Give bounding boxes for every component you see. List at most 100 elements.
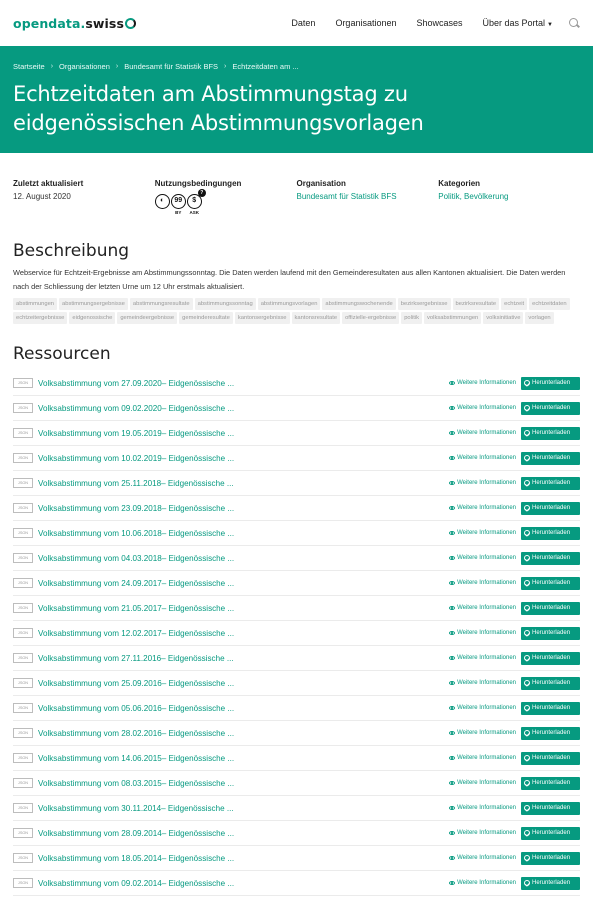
download-icon	[524, 580, 530, 586]
resource-title-link[interactable]: Volksabstimmung vom 27.09.2020– Eidgenös…	[38, 379, 449, 388]
resource-title-link[interactable]: Volksabstimmung vom 25.11.2018– Eidgenös…	[38, 479, 449, 488]
resource-title-link[interactable]: Volksabstimmung vom 27.11.2016– Eidgenös…	[38, 654, 449, 663]
more-info-link[interactable]: Weitere Informationen	[449, 580, 516, 586]
breadcrumb-organisationen[interactable]: Organisationen	[59, 62, 110, 71]
download-button[interactable]: Herunterladen	[521, 576, 580, 590]
more-info-link[interactable]: Weitere Informationen	[449, 455, 516, 461]
tag-item[interactable]: bezirksresultate	[452, 298, 500, 310]
download-button[interactable]: Herunterladen	[521, 551, 580, 565]
tag-item[interactable]: abstimmungsresultate	[129, 298, 193, 310]
download-button[interactable]: Herunterladen	[521, 401, 580, 415]
more-info-link[interactable]: Weitere Informationen	[449, 655, 516, 661]
resource-title-link[interactable]: Volksabstimmung vom 19.05.2019– Eidgenös…	[38, 429, 449, 438]
resource-title-link[interactable]: Volksabstimmung vom 25.09.2016– Eidgenös…	[38, 679, 449, 688]
tag-item[interactable]: gemeinderesultate	[179, 312, 233, 324]
resource-title-link[interactable]: Volksabstimmung vom 24.09.2017– Eidgenös…	[38, 579, 449, 588]
cat-links[interactable]: Politik, Bevölkerung	[438, 192, 580, 201]
tag-item[interactable]: echtzeit	[501, 298, 528, 310]
resource-title-link[interactable]: Volksabstimmung vom 30.11.2014– Eidgenös…	[38, 804, 449, 813]
download-button[interactable]: Herunterladen	[521, 626, 580, 640]
breadcrumb-bfs[interactable]: Bundesamt für Statistik BFS	[124, 62, 218, 71]
resource-title-link[interactable]: Volksabstimmung vom 05.06.2016– Eidgenös…	[38, 704, 449, 713]
tag-item[interactable]: kantonsresultate	[291, 312, 341, 324]
tag-item[interactable]: echtzeitdaten	[529, 298, 570, 310]
tag-item[interactable]: abstimmungen	[13, 298, 58, 310]
resource-title-link[interactable]: Volksabstimmung vom 18.05.2014– Eidgenös…	[38, 854, 449, 863]
tag-item[interactable]: volksinitiative	[483, 312, 524, 324]
resource-title-link[interactable]: Volksabstimmung vom 09.02.2020– Eidgenös…	[38, 404, 449, 413]
resource-title-link[interactable]: Volksabstimmung vom 10.02.2019– Eidgenös…	[38, 454, 449, 463]
resource-title-link[interactable]: Volksabstimmung vom 04.03.2018– Eidgenös…	[38, 554, 449, 563]
nav-daten[interactable]: Daten	[291, 18, 315, 28]
search-icon[interactable]	[569, 17, 580, 29]
more-info-link[interactable]: Weitere Informationen	[449, 755, 516, 761]
download-button[interactable]: Herunterladen	[521, 701, 580, 715]
tag-item[interactable]: politik	[401, 312, 423, 324]
more-info-link[interactable]: Weitere Informationen	[449, 805, 516, 811]
resource-title-link[interactable]: Volksabstimmung vom 10.06.2018– Eidgenös…	[38, 529, 449, 538]
download-button[interactable]: Herunterladen	[521, 876, 580, 890]
more-info-link[interactable]: Weitere Informationen	[449, 405, 516, 411]
more-info-link[interactable]: Weitere Informationen	[449, 880, 516, 886]
download-button[interactable]: Herunterladen	[521, 526, 580, 540]
download-button[interactable]: Herunterladen	[521, 751, 580, 765]
download-button[interactable]: Herunterladen	[521, 501, 580, 515]
download-button[interactable]: Herunterladen	[521, 476, 580, 490]
resource-title-link[interactable]: Volksabstimmung vom 12.02.2017– Eidgenös…	[38, 629, 449, 638]
site-logo[interactable]: opendata. swiss	[13, 16, 137, 31]
more-info-link[interactable]: Weitere Informationen	[449, 780, 516, 786]
resource-title-link[interactable]: Volksabstimmung vom 23.09.2018– Eidgenös…	[38, 504, 449, 513]
more-info-link[interactable]: Weitere Informationen	[449, 505, 516, 511]
tag-item[interactable]: gemeindeergebnisse	[117, 312, 178, 324]
more-info-link[interactable]: Weitere Informationen	[449, 555, 516, 561]
nav-showcases[interactable]: Showcases	[416, 18, 462, 28]
resource-row: JSON Volksabstimmung vom 21.05.2017– Eidg…	[13, 596, 580, 621]
eye-icon	[449, 856, 456, 860]
download-icon	[524, 830, 530, 836]
download-button[interactable]: Herunterladen	[521, 426, 580, 440]
more-info-link[interactable]: Weitere Informationen	[449, 730, 516, 736]
more-info-link[interactable]: Weitere Informationen	[449, 705, 516, 711]
tag-item[interactable]: kantonsergebnisse	[234, 312, 290, 324]
tag-item[interactable]: abstimmungswochenende	[322, 298, 396, 310]
tag-item[interactable]: echtzeitergebnisse	[13, 312, 68, 324]
more-info-link[interactable]: Weitere Informationen	[449, 630, 516, 636]
more-info-link[interactable]: Weitere Informationen	[449, 480, 516, 486]
org-link[interactable]: Bundesamt für Statistik BFS	[297, 192, 439, 201]
resource-title-link[interactable]: Volksabstimmung vom 08.03.2015– Eidgenös…	[38, 779, 449, 788]
tag-item[interactable]: bezirksergebnisse	[397, 298, 451, 310]
download-button[interactable]: Herunterladen	[521, 726, 580, 740]
nav-ueber-das-portal[interactable]: Über das Portal ▼	[483, 18, 553, 28]
download-button[interactable]: Herunterladen	[521, 651, 580, 665]
download-button[interactable]: Herunterladen	[521, 776, 580, 790]
breadcrumb-startseite[interactable]: Startseite	[13, 62, 45, 71]
more-info-link[interactable]: Weitere Informationen	[449, 855, 516, 861]
download-button[interactable]: Herunterladen	[521, 826, 580, 840]
download-button[interactable]: Herunterladen	[521, 376, 580, 390]
resource-title-link[interactable]: Volksabstimmung vom 21.05.2017– Eidgenös…	[38, 604, 449, 613]
tag-item[interactable]: volksabstimmungen	[424, 312, 482, 324]
download-button[interactable]: Herunterladen	[521, 851, 580, 865]
tag-item[interactable]: eidgenossische	[69, 312, 116, 324]
tag-item[interactable]: abstimmungsvorlagen	[257, 298, 321, 310]
terms-icons[interactable]: ◐ 99 BY $? ASK	[154, 189, 297, 215]
tag-item[interactable]: abstimmungsergebnisse	[59, 298, 128, 310]
resource-title-link[interactable]: Volksabstimmung vom 09.02.2014– Eidgenös…	[38, 879, 449, 888]
resource-title-link[interactable]: Volksabstimmung vom 14.06.2015– Eidgenös…	[38, 754, 449, 763]
resource-title-link[interactable]: Volksabstimmung vom 28.02.2016– Eidgenös…	[38, 729, 449, 738]
more-info-link[interactable]: Weitere Informationen	[449, 605, 516, 611]
more-info-link[interactable]: Weitere Informationen	[449, 680, 516, 686]
download-button[interactable]: Herunterladen	[521, 676, 580, 690]
tag-item[interactable]: abstimmungssonntag	[194, 298, 256, 310]
nav-organisationen[interactable]: Organisationen	[335, 18, 396, 28]
more-info-link[interactable]: Weitere Informationen	[449, 530, 516, 536]
download-button[interactable]: Herunterladen	[521, 601, 580, 615]
more-info-link[interactable]: Weitere Informationen	[449, 380, 516, 386]
more-info-link[interactable]: Weitere Informationen	[449, 430, 516, 436]
download-button[interactable]: Herunterladen	[521, 451, 580, 465]
tag-item[interactable]: vorlagen	[525, 312, 554, 324]
tag-item[interactable]: offizielle-ergebnisse	[342, 312, 400, 324]
resource-title-link[interactable]: Volksabstimmung vom 28.09.2014– Eidgenös…	[38, 829, 449, 838]
more-info-link[interactable]: Weitere Informationen	[449, 830, 516, 836]
download-button[interactable]: Herunterladen	[521, 801, 580, 815]
